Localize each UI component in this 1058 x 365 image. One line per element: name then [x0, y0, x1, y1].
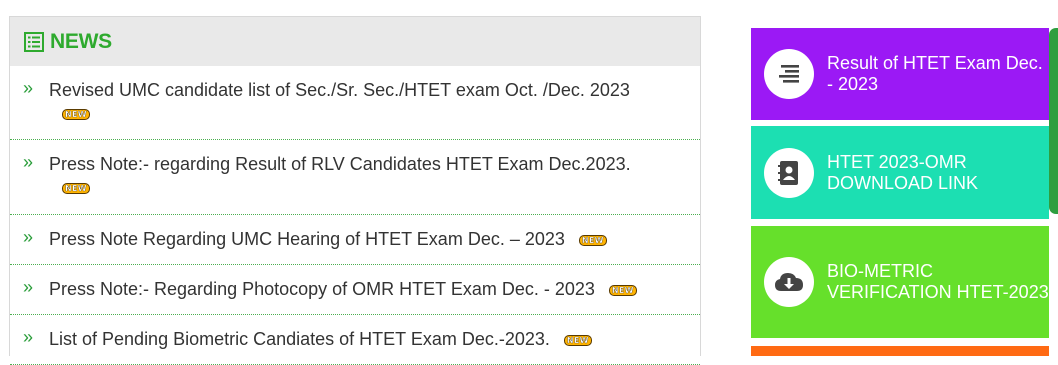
result-card-label: Result of HTET Exam Dec. - 2023: [827, 53, 1043, 94]
contact-book-icon: [764, 147, 814, 198]
list-icon: [24, 31, 44, 52]
next-card[interactable]: [751, 346, 1049, 356]
biometric-card-label: BIO-METRIC VERIFICATION HTET-2023: [827, 261, 1049, 302]
news-item[interactable]: » List of Pending Biometric Candiates of…: [10, 315, 700, 365]
new-badge: NEW: [62, 183, 90, 195]
result-card[interactable]: Result of HTET Exam Dec. - 2023: [751, 28, 1049, 120]
news-item-link[interactable]: Press Note Regarding UMC Hearing of HTET…: [49, 229, 565, 249]
cloud-download-icon: [764, 257, 814, 307]
news-item-link[interactable]: Press Note:- regarding Result of RLV Can…: [49, 152, 690, 176]
double-chevron-right-icon: »: [23, 152, 34, 172]
news-title: NEWS: [50, 29, 112, 53]
news-item[interactable]: » Revised UMC candidate list of Sec./Sr.…: [10, 66, 700, 140]
news-item[interactable]: » Press Note:- regarding Result of RLV C…: [10, 140, 700, 215]
news-item[interactable]: » Press Note:- Regarding Photocopy of OM…: [10, 265, 700, 315]
biometric-card[interactable]: BIO-METRIC VERIFICATION HTET-2023: [751, 226, 1049, 338]
new-badge: NEW: [62, 109, 90, 121]
omr-download-card[interactable]: HTET 2023-OMR DOWNLOAD LINK: [751, 126, 1049, 219]
double-chevron-right-icon: »: [23, 78, 34, 98]
new-badge: NEW: [578, 234, 607, 246]
new-badge: NEW: [608, 284, 637, 296]
double-chevron-right-icon: »: [23, 327, 34, 347]
news-item-link[interactable]: List of Pending Biometric Candiates of H…: [49, 329, 550, 349]
omr-download-card-label: HTET 2023-OMR DOWNLOAD LINK: [827, 151, 979, 193]
side-tab-handle[interactable]: [1049, 28, 1058, 214]
list-icon: [764, 49, 814, 99]
double-chevron-right-icon: »: [23, 227, 34, 247]
new-badge: NEW: [563, 334, 592, 346]
double-chevron-right-icon: »: [23, 277, 34, 297]
news-item-link[interactable]: Revised UMC candidate list of Sec./Sr. S…: [49, 78, 690, 102]
news-panel: NEWS » Revised UMC candidate list of Sec…: [9, 16, 701, 365]
news-item[interactable]: » Press Note Regarding UMC Hearing of HT…: [10, 215, 700, 265]
news-header: NEWS: [10, 17, 700, 66]
news-item-link[interactable]: Press Note:- Regarding Photocopy of OMR …: [49, 279, 595, 299]
